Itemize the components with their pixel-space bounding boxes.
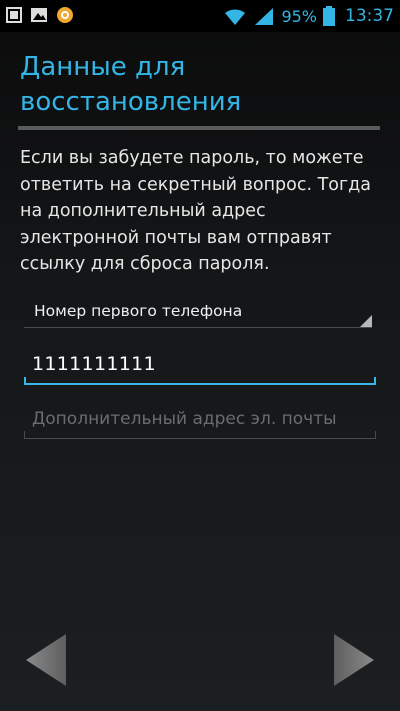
battery-icon bbox=[323, 6, 335, 26]
clock: 13:37 bbox=[345, 6, 394, 26]
recovery-method-dropdown[interactable]: Номер первого телефона bbox=[24, 296, 372, 328]
phone-input[interactable]: 1111111111 bbox=[24, 347, 376, 385]
backup-email-input[interactable]: Дополнительный адрес эл. почты bbox=[24, 401, 376, 439]
title-divider bbox=[18, 126, 380, 130]
dropdown-underline bbox=[24, 327, 372, 328]
page-title: Данные для восстановления bbox=[20, 52, 242, 117]
right-arrow-icon bbox=[334, 634, 374, 686]
app-badge-icon bbox=[57, 7, 73, 23]
notification-square-icon bbox=[6, 7, 22, 23]
phone-input-tick-left bbox=[24, 377, 26, 385]
backup-email-tick-right bbox=[375, 431, 376, 439]
left-arrow-icon bbox=[26, 634, 66, 686]
wifi-icon bbox=[225, 9, 246, 25]
phone-input-value: 1111111111 bbox=[32, 353, 156, 375]
phone-input-underline bbox=[24, 383, 376, 385]
next-button[interactable] bbox=[328, 630, 378, 690]
description-text: Если вы забудете пароль, то можете ответ… bbox=[20, 148, 372, 274]
battery-percent: 95% bbox=[281, 6, 317, 26]
phone-input-tick-right bbox=[374, 377, 376, 385]
dropdown-selected-value: Номер первого телефона bbox=[34, 302, 243, 320]
signal-icon bbox=[255, 8, 274, 25]
back-button[interactable] bbox=[22, 630, 72, 690]
notification-icons bbox=[6, 6, 74, 24]
backup-email-underline bbox=[24, 438, 376, 439]
backup-email-tick-left bbox=[24, 431, 25, 439]
system-status: 95% 13:37 bbox=[223, 0, 394, 32]
status-bar: 95% 13:37 bbox=[0, 0, 400, 32]
dropdown-corner-icon bbox=[360, 315, 372, 327]
image-icon bbox=[31, 8, 47, 22]
backup-email-placeholder: Дополнительный адрес эл. почты bbox=[32, 409, 337, 429]
